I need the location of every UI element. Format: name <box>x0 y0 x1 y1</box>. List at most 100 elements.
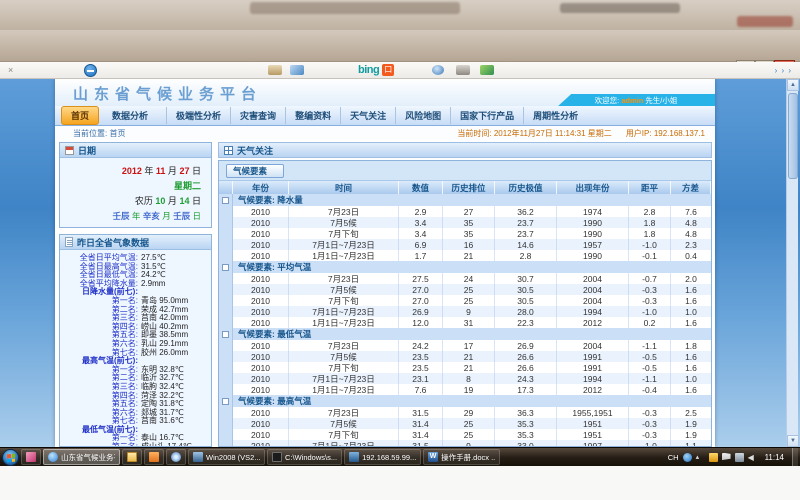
nav-item-7[interactable]: 国家下行产品 <box>451 107 524 124</box>
taskbar-btn-ie[interactable]: 山东省气候业务平... <box>43 449 120 465</box>
table-cell: -0.5 <box>629 362 671 373</box>
table-row[interactable]: 20107月下旬3.43523.719901.84.8 <box>219 228 711 239</box>
stat-value: 2.9mm <box>141 280 165 289</box>
table-cell: -0.5 <box>629 351 671 362</box>
network-icon[interactable] <box>735 453 744 462</box>
bing-toolbar-logo[interactable]: bing 口 <box>358 64 394 76</box>
addon-compass-icon[interactable] <box>84 64 97 77</box>
card-icon[interactable] <box>268 65 282 75</box>
volume-icon[interactable]: ◀ <box>748 453 757 462</box>
checkbox[interactable] <box>222 264 229 271</box>
row-indent-cell <box>219 351 233 362</box>
table-cell: 4.8 <box>671 228 711 239</box>
breadcrumb-value[interactable]: 首页 <box>109 129 125 138</box>
table-row[interactable]: 20107月下旬23.52126.61991-0.51.6 <box>219 362 711 373</box>
warning-tray-icon[interactable] <box>709 453 718 462</box>
more-tools-icon[interactable]: › › › <box>775 66 792 75</box>
table-row[interactable]: 20101月1日~7月23日12.03122.320120.21.6 <box>219 317 711 328</box>
close-addon-bar-icon[interactable]: × <box>8 65 13 75</box>
table-row[interactable]: 20107月下旬31.42535.31951-0.31.9 <box>219 429 711 440</box>
checkbox[interactable] <box>222 398 229 405</box>
nav-item-4[interactable]: 整编资料 <box>286 107 341 124</box>
language-indicator[interactable]: CH <box>668 453 679 462</box>
nav-item-0[interactable]: 首页 <box>61 106 99 125</box>
taskbar-btn-rdp[interactable]: 192.168.59.99... <box>344 449 421 465</box>
nav-item-8[interactable]: 周期性分析 <box>524 107 596 124</box>
table-row[interactable]: 20107月23日31.52936.31955,1951-0.32.5 <box>219 407 711 418</box>
table-row[interactable]: 20107月5候31.42535.31951-0.31.9 <box>219 418 711 429</box>
column-header: 历史排位 <box>443 181 495 194</box>
table-cell: 7月1日~7月23日 <box>289 440 399 447</box>
row-indent-cell <box>219 440 233 447</box>
table-cell: 2010 <box>233 440 289 447</box>
table-row[interactable]: 20107月5候27.02530.52004-0.31.6 <box>219 284 711 295</box>
table-cell: 23.7 <box>495 217 557 228</box>
windows-logo-icon <box>7 453 15 462</box>
table-row[interactable]: 20101月1日~7月23日1.7212.81990-0.10.4 <box>219 250 711 261</box>
checkbox[interactable] <box>222 197 229 204</box>
table-row[interactable]: 20107月1日~7月23日6.91614.61957-1.02.3 <box>219 239 711 250</box>
camera-toolbar-icon[interactable] <box>432 65 444 75</box>
action-center-flag-icon[interactable] <box>722 453 731 462</box>
table-row[interactable]: 20107月23日24.21726.92004-1.11.8 <box>219 340 711 351</box>
satellite-toolbar-icon[interactable] <box>456 65 470 75</box>
show-desktop-button[interactable] <box>792 448 798 467</box>
taskbar-btn-vm[interactable]: Win2008 (VS2... <box>188 449 265 465</box>
clock[interactable]: 11:14 <box>765 453 784 462</box>
table-cell: 35.3 <box>495 429 557 440</box>
update-tray-icon[interactable] <box>683 453 692 462</box>
nav-item-3[interactable]: 灾害查询 <box>231 107 286 124</box>
taskbar-btn-word[interactable]: W操作手册.docx ... <box>423 449 500 465</box>
climate-element-filter-button[interactable]: 气候要素 <box>226 164 284 178</box>
table-cell: 2010 <box>233 273 289 284</box>
weather-table: 年份时间数值历史排位历史极值出现年份距平方差气候要素: 降水量20107月23日… <box>219 181 711 447</box>
table-cell: 7月23日 <box>289 206 399 217</box>
nav-item-6[interactable]: 风险地图 <box>396 107 451 124</box>
table-row[interactable]: 20107月1日~7月23日26.9928.01994-1.01.0 <box>219 306 711 317</box>
table-row[interactable]: 20107月下旬27.02530.52004-0.31.6 <box>219 295 711 306</box>
column-header: 出现年份 <box>557 181 629 194</box>
checkbox[interactable] <box>222 331 229 338</box>
vertical-scrollbar[interactable]: ▲ ▼ <box>786 79 798 447</box>
table-cell: 25 <box>443 429 495 440</box>
nav-item-1[interactable]: 数据分析 <box>103 107 167 124</box>
table-row[interactable]: 20101月1日~7月23日7.61917.32012-0.41.6 <box>219 384 711 395</box>
taskbar-btn-media[interactable] <box>166 449 186 465</box>
table-cell: 21 <box>443 250 495 261</box>
table-row[interactable]: 20107月1日~7月23日23.1824.31994-1.11.0 <box>219 373 711 384</box>
start-button[interactable] <box>2 449 19 466</box>
table-cell: 7月下旬 <box>289 295 399 306</box>
taskbar-btn-orange-app[interactable] <box>144 449 164 465</box>
nav-item-2[interactable]: 极端性分析 <box>167 107 231 124</box>
table-row[interactable]: 20107月23日2.92736.219742.87.6 <box>219 206 711 217</box>
nav-item-5[interactable]: 天气关注 <box>341 107 396 124</box>
bing-square-icon: 口 <box>382 64 394 76</box>
table-cell: 35 <box>443 228 495 239</box>
table-row[interactable]: 20107月1日~7月23日31.5933.01997-1.01.1 <box>219 440 711 447</box>
table-cell: 7月下旬 <box>289 228 399 239</box>
table-cell: 7.6 <box>399 384 443 395</box>
show-hidden-icons[interactable]: ▴ <box>696 453 705 462</box>
table-row[interactable]: 20107月5候3.43523.719901.84.8 <box>219 217 711 228</box>
taskbar-btn-pink-app[interactable] <box>21 449 41 465</box>
table-cell: 27.5 <box>399 273 443 284</box>
taskbar-btn-cmd[interactable]: C:\Windows\s... <box>267 449 342 465</box>
table-cell: 33.0 <box>495 440 557 447</box>
puzzle-toolbar-icon[interactable] <box>480 65 494 75</box>
mail-icon[interactable] <box>290 65 304 75</box>
taskbar-btn-explorer[interactable] <box>122 449 142 465</box>
table-cell: -0.3 <box>629 295 671 306</box>
scrollbar-thumb[interactable] <box>788 93 798 179</box>
table-row[interactable]: 20107月23日27.52430.72004-0.72.0 <box>219 273 711 284</box>
table-cell: 27 <box>443 206 495 217</box>
table-cell: 36.2 <box>495 206 557 217</box>
rank-value: 莒南 31.6℃ <box>141 417 184 426</box>
table-cell: 1.6 <box>671 362 711 373</box>
group-row-1: 气候要素: 平均气温 <box>219 261 711 273</box>
table-cell: 1.8 <box>629 217 671 228</box>
scroll-down-icon[interactable]: ▼ <box>787 435 799 447</box>
table-cell: 27.0 <box>399 284 443 295</box>
table-cell: 1月1日~7月23日 <box>289 384 399 395</box>
scroll-up-icon[interactable]: ▲ <box>787 79 799 91</box>
table-row[interactable]: 20107月5候23.52126.61991-0.51.6 <box>219 351 711 362</box>
